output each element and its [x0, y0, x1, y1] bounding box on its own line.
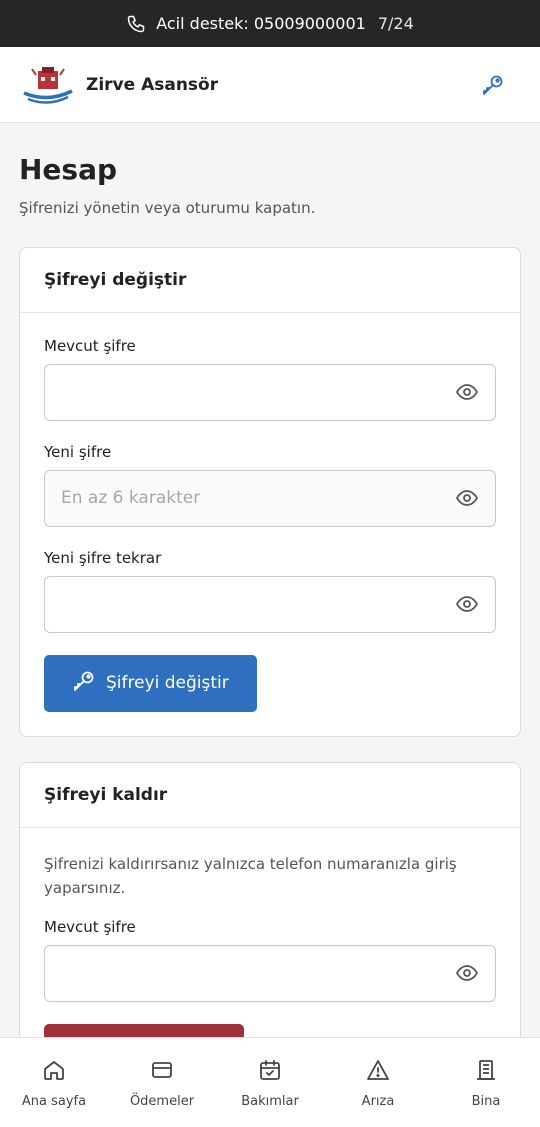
new-password-label: Yeni şifre — [44, 442, 112, 461]
eye-icon[interactable] — [455, 380, 479, 404]
support-hours: 7/24 — [377, 14, 414, 33]
key-icon — [72, 669, 96, 698]
calendar-check-icon — [258, 1058, 282, 1086]
change-password-button-label: Şifreyi değiştir — [106, 673, 229, 694]
remove-password-card: Şifreyi kaldır Şifrenizi kaldırırsanız y… — [19, 761, 521, 1069]
repeat-password-label: Yeni şifre tekrar — [44, 548, 162, 567]
new-password-input[interactable] — [61, 470, 479, 526]
repeat-password-wrapper — [44, 575, 496, 633]
new-password-wrapper — [44, 469, 496, 527]
brand-name: Zirve Asansör — [86, 74, 219, 95]
nav-maintenance[interactable]: Bakımlar — [220, 1050, 320, 1109]
warning-icon — [366, 1058, 390, 1086]
change-password-card: Şifreyi değiştir Mevcut şifre Yeni şifre… — [19, 246, 521, 737]
nav-building[interactable]: Bina — [436, 1050, 536, 1109]
home-icon — [42, 1058, 66, 1086]
emergency-support-label: Acil destek: 05009000001 — [156, 14, 366, 33]
current-password-wrapper — [44, 363, 496, 421]
current-password-input[interactable] — [61, 364, 479, 420]
bottom-navigation: Ana sayfa Ödemeler Bakımlar Arıza Bina — [0, 1037, 540, 1127]
page-title: Hesap — [19, 153, 118, 186]
nav-maintenance-label: Bakımlar — [241, 1094, 299, 1109]
key-icon[interactable] — [478, 70, 508, 100]
repeat-password-input[interactable] — [61, 576, 479, 632]
nav-payments-label: Ödemeler — [129, 1094, 195, 1109]
current-password-label: Mevcut şifre — [44, 336, 136, 355]
remove-current-password-wrapper — [44, 944, 496, 1002]
emergency-support-bar[interactable]: Acil destek: 05009000001 7/24 — [0, 0, 540, 47]
main-content: Hesap Şifrenizi yönetin veya oturumu kap… — [0, 123, 540, 1069]
nav-home-label: Ana sayfa — [21, 1094, 87, 1109]
remove-password-description: Şifrenizi kaldırırsanız yalnızca telefon… — [44, 854, 457, 897]
nav-fault-label: Arıza — [361, 1094, 395, 1109]
eye-icon[interactable] — [455, 486, 479, 510]
eye-icon[interactable] — [455, 961, 479, 985]
nav-payments[interactable]: Ödemeler — [112, 1050, 212, 1109]
nav-home[interactable]: Ana sayfa — [4, 1050, 104, 1109]
nav-building-label: Bina — [471, 1094, 501, 1109]
remove-password-title: Şifreyi kaldır — [20, 763, 520, 828]
eye-icon[interactable] — [455, 592, 479, 616]
change-password-button[interactable]: Şifreyi değiştir — [44, 654, 257, 712]
nav-fault[interactable]: Arıza — [328, 1050, 428, 1109]
change-password-title: Şifreyi değiştir — [20, 248, 520, 313]
app-header: Zirve Asansör — [0, 47, 540, 123]
brand-logo — [20, 63, 76, 107]
remove-current-password-label: Mevcut şifre — [44, 917, 136, 936]
phone-icon — [126, 14, 146, 34]
page-subtitle: Şifrenizi yönetin veya oturumu kapatın. — [19, 198, 316, 217]
building-icon — [474, 1058, 498, 1086]
remove-current-password-input[interactable] — [61, 945, 479, 1001]
card-icon — [150, 1058, 174, 1086]
